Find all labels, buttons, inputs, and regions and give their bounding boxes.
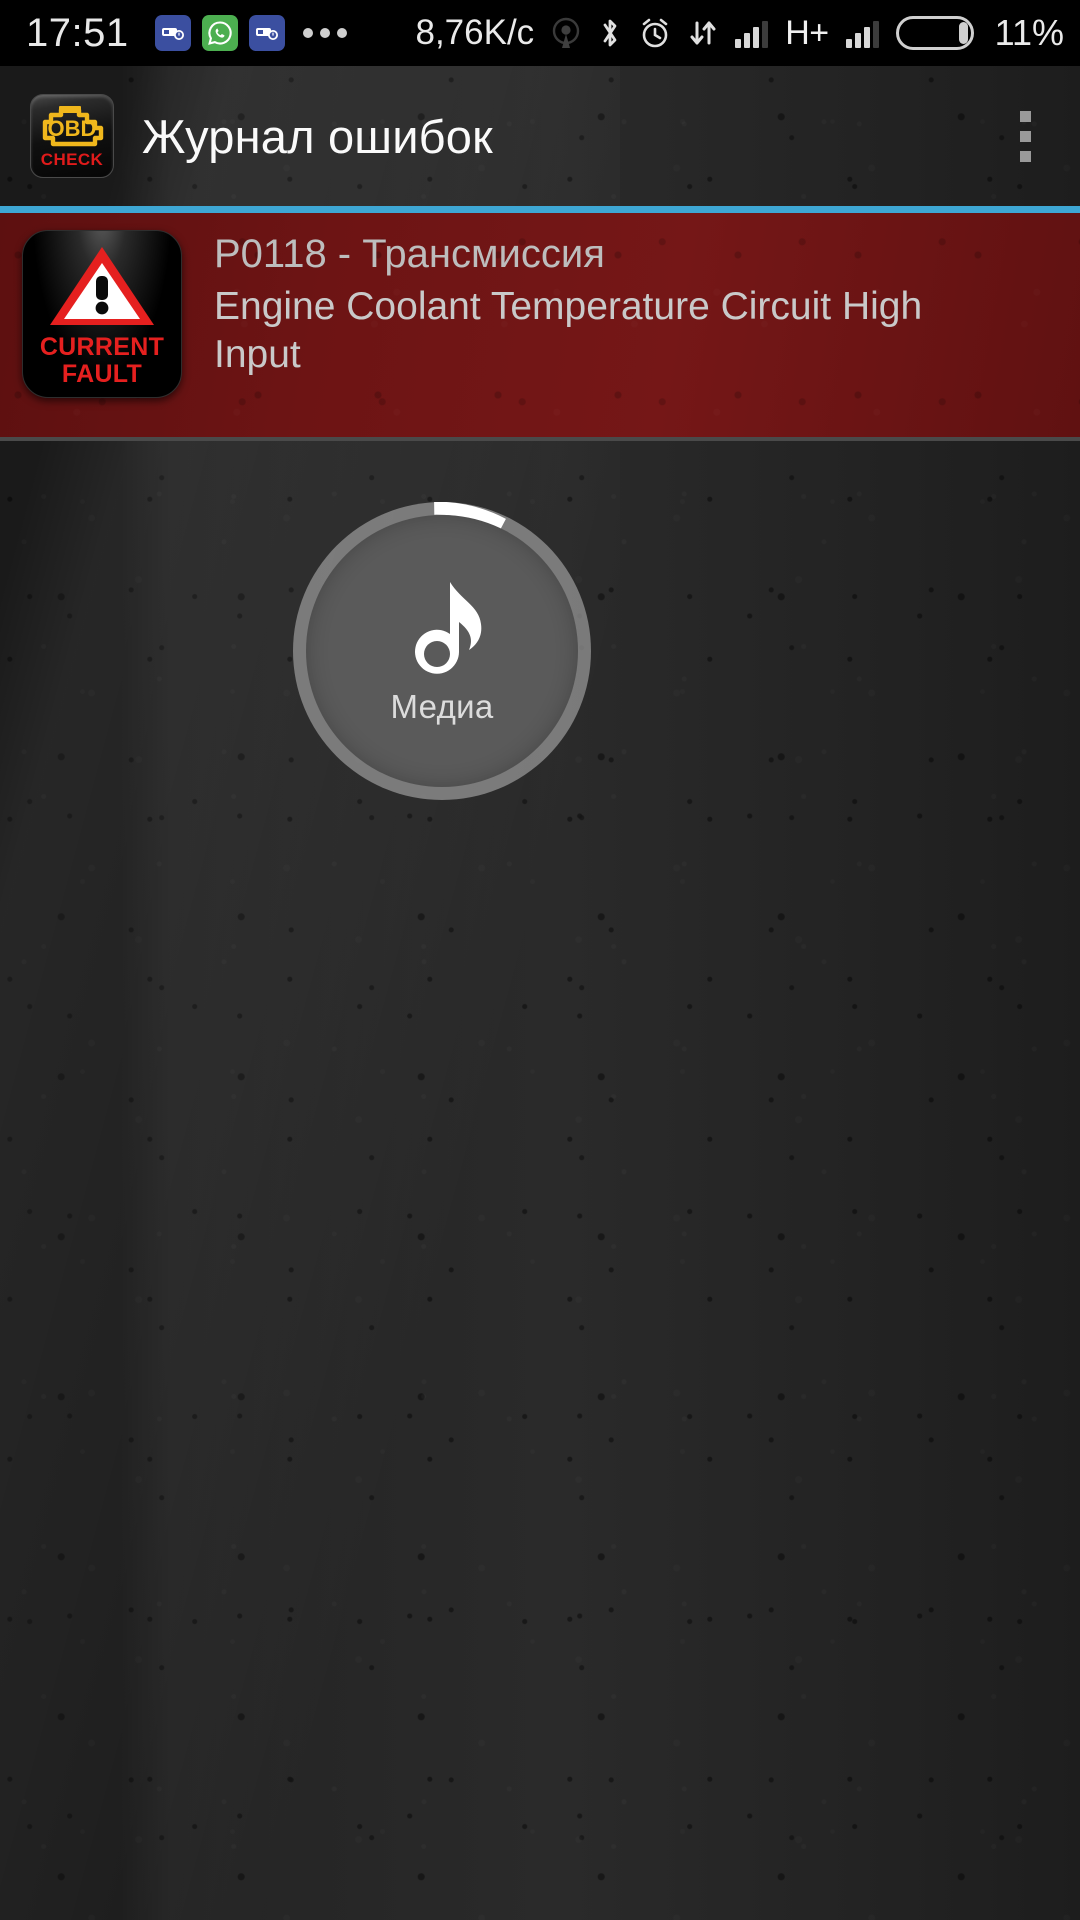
car-alert-icon [154, 15, 191, 51]
alarm-icon [639, 16, 671, 50]
battery-percent-text: 11% [994, 12, 1064, 53]
signal-bars-sim2-icon [845, 18, 879, 48]
obd-check-logo[interactable]: OBD CHECK [30, 94, 114, 178]
overflow-dot [1019, 130, 1031, 142]
overflow-dot [1019, 110, 1031, 122]
media-widget-button[interactable]: Медиа [306, 515, 578, 787]
overflow-dot [1019, 150, 1031, 162]
warning-triangle-icon [50, 247, 154, 325]
fault-list-item[interactable]: CURRENT FAULT P0118 - Трансмиссия Engine… [0, 213, 1080, 441]
menu-overflow-button[interactable] [992, 88, 1058, 184]
data-transfer-icon [688, 17, 718, 49]
screen-root: 17:51 8,76K/c H+ 11% OBD CHECK Журнал ош… [0, 0, 1080, 1920]
status-bar[interactable]: 17:51 8,76K/c H+ 11% [0, 0, 1080, 66]
network-speed-text: 8,76K/c [415, 13, 535, 52]
logo-check-text: CHECK [40, 150, 104, 169]
media-floating-widget[interactable]: Медиа [293, 502, 591, 800]
network-type-text: H+ [785, 13, 829, 52]
cast-icon [551, 17, 581, 49]
status-clock: 17:51 [26, 11, 129, 55]
status-right-group: 8,76K/c H+ 11% [415, 12, 1064, 54]
car-alert-icon-2 [248, 15, 285, 51]
fault-badge-line1: CURRENT [39, 333, 165, 361]
appbar-divider [0, 206, 1080, 213]
engine-check-icon: OBD [42, 106, 104, 147]
fault-code: P0118 - Трансмиссия [214, 232, 605, 276]
current-fault-badge: CURRENT FAULT [22, 230, 182, 398]
more-notifications-icon [302, 28, 347, 38]
bluetooth-icon [598, 16, 622, 50]
svg-text:OBD: OBD [48, 116, 97, 141]
battery-icon [895, 16, 974, 50]
fault-text-block: P0118 - Трансмиссия Engine Coolant Tempe… [214, 231, 1038, 378]
fault-badge-line2: FAULT [61, 359, 143, 388]
music-note-icon [415, 582, 482, 674]
signal-bars-sim1-icon [735, 18, 769, 48]
whatsapp-icon [201, 15, 238, 51]
notification-icon-group [154, 15, 285, 51]
app-bar: OBD CHECK Журнал ошибок [0, 66, 1080, 206]
page-title: Журнал ошибок [142, 109, 493, 163]
media-widget-label: Медиа [390, 688, 494, 725]
fault-description: Engine Coolant Temperature Circuit High … [214, 285, 923, 376]
